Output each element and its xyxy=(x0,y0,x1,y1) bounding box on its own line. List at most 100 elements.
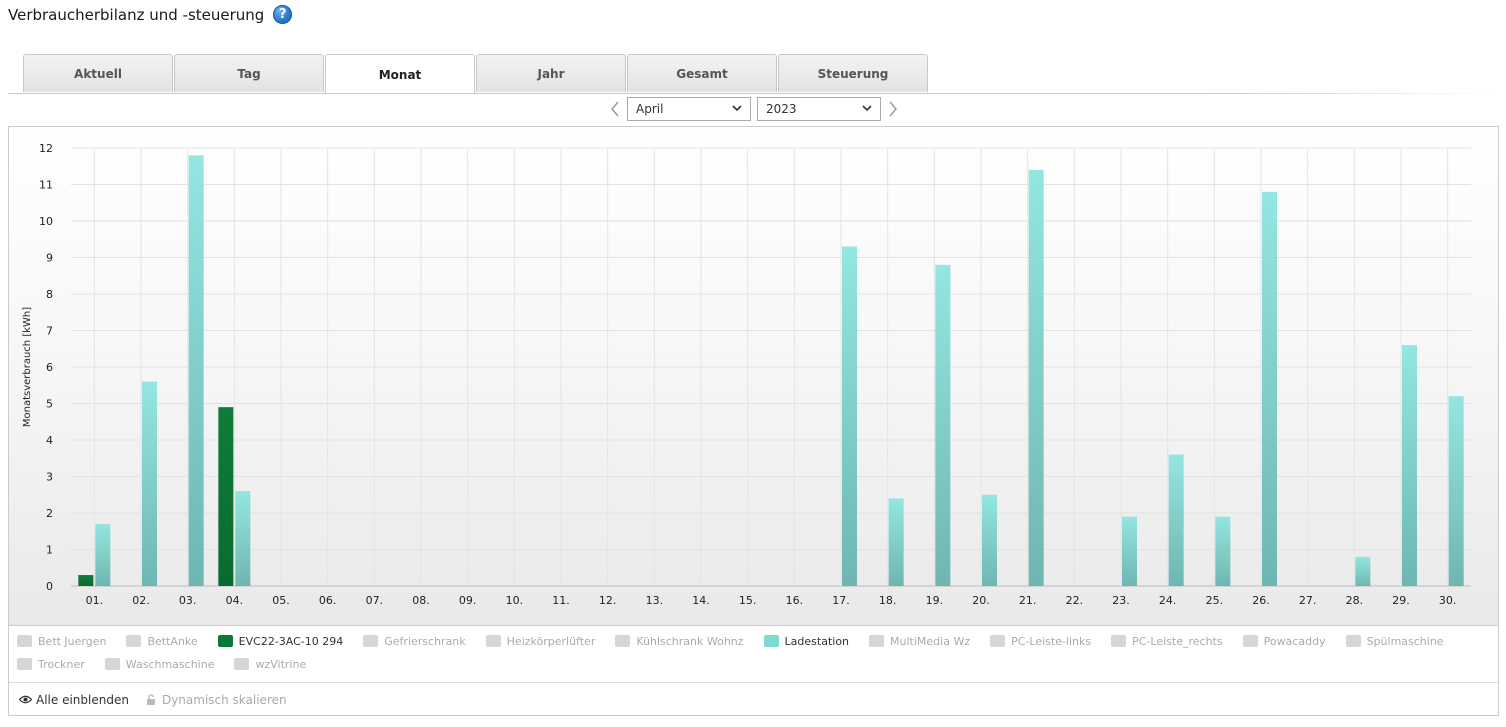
show-all-button[interactable]: Alle einblenden xyxy=(18,693,129,707)
legend-swatch xyxy=(104,658,120,670)
legend-swatch xyxy=(763,635,779,647)
show-all-label: Alle einblenden xyxy=(36,692,129,707)
tab-monat[interactable]: Monat xyxy=(325,54,475,94)
y-tick-label: 3 xyxy=(46,471,53,484)
legend-item[interactable]: BettAnke xyxy=(126,634,198,648)
y-tick-label: 7 xyxy=(46,325,53,338)
legend-item[interactable]: Spülmaschine xyxy=(1345,634,1444,648)
chart-bars xyxy=(78,155,1464,587)
x-tick-label: 05. xyxy=(272,594,290,607)
x-tick-label: 20. xyxy=(972,594,990,607)
page-title: Verbraucherbilanz und -steuerung ? xyxy=(8,5,293,24)
unlock-icon xyxy=(144,693,158,706)
consumption-chart: 01. 02. 03. 04. 05. 06. 07. 08. 09. 10. 11. 12. 13. 1… xyxy=(22,142,1471,607)
legend-label: PC-Leiste-links xyxy=(1011,634,1092,648)
legend-label: Trockner xyxy=(38,657,85,671)
dynamic-scale-button[interactable]: Dynamisch skalieren xyxy=(144,693,287,707)
legend-item[interactable]: MultiMedia Wz xyxy=(869,634,970,648)
eye-icon xyxy=(18,694,32,706)
chart-footer: Alle einblenden Dynamisch skalieren xyxy=(9,682,1498,716)
year-select[interactable]: 2023 xyxy=(757,97,881,121)
y-tick-label: 5 xyxy=(46,398,53,411)
y-tick-label: 12 xyxy=(39,142,53,155)
x-tick-label: 30. xyxy=(1439,594,1457,607)
tab-gesamt[interactable]: Gesamt xyxy=(627,54,777,92)
legend-label: EVC22-3AC-10 294 xyxy=(238,634,344,648)
legend-item[interactable]: Kühlschrank Wohnz xyxy=(615,634,744,648)
bar-ladestation-1[interactable] xyxy=(95,523,111,586)
y-tick-label: 4 xyxy=(46,434,53,447)
legend-label: Waschmaschine xyxy=(125,657,215,671)
x-tick-label: 22. xyxy=(1066,594,1084,607)
legend-label: Heizkörperlüfter xyxy=(506,634,596,648)
legend-label: Spülmaschine xyxy=(1366,634,1444,648)
legend-swatch xyxy=(217,635,233,647)
x-tick-label: 06. xyxy=(319,594,337,607)
x-axis-ticks: 01. 02. 03. 04. 05. 06. 07. 08. 09. 10. 11. 12. 13. 1… xyxy=(86,594,1457,607)
y-tick-label: 8 xyxy=(46,288,53,301)
y-tick-label: 1 xyxy=(46,544,53,557)
bar-ladestation-19[interactable] xyxy=(935,264,951,586)
month-select[interactable]: April xyxy=(627,97,751,121)
bar-ladestation-29[interactable] xyxy=(1402,345,1417,586)
legend-swatch xyxy=(363,635,379,647)
x-tick-label: 13. xyxy=(646,594,664,607)
legend-swatch xyxy=(1111,635,1127,647)
chart-panel: 01. 02. 03. 04. 05. 06. 07. 08. 09. 10. 11. 12. 13. 1… xyxy=(8,126,1499,716)
chart-legend: Bett Juergen BettAnke EVC22-3AC-10 294 Gefr… xyxy=(17,634,1487,671)
x-tick-label: 03. xyxy=(179,594,197,607)
bar-evc22-1[interactable] xyxy=(78,575,94,586)
tab-tag[interactable]: Tag xyxy=(174,54,324,92)
legend-swatch xyxy=(17,658,32,670)
bar-evc22-4[interactable] xyxy=(218,407,234,586)
x-tick-label: 02. xyxy=(132,594,150,607)
bar-ladestation-24[interactable] xyxy=(1168,454,1184,586)
tab-jahr[interactable]: Jahr xyxy=(476,54,626,92)
bar-ladestation-18[interactable] xyxy=(888,498,904,586)
chart-area: 01. 02. 03. 04. 05. 06. 07. 08. 09. 10. 11. 12. 13. 1… xyxy=(9,127,1498,626)
legend-item[interactable]: EVC22-3AC-10 294 xyxy=(217,634,344,648)
legend-item[interactable]: PC-Leiste-links xyxy=(990,634,1091,648)
legend-item[interactable]: Ladestation xyxy=(763,634,849,648)
bar-ladestation-3[interactable] xyxy=(188,155,204,587)
tab-aktuell[interactable]: Aktuell xyxy=(23,54,173,92)
legend-label: Powacaddy xyxy=(1263,634,1326,648)
chevron-right-icon[interactable] xyxy=(884,97,902,121)
legend-item[interactable]: wzVitrine xyxy=(234,657,306,671)
bar-ladestation-17[interactable] xyxy=(842,246,857,587)
legend-swatch xyxy=(869,635,885,647)
x-tick-label: 07. xyxy=(366,594,384,607)
legend-label: Bett Juergen xyxy=(38,634,107,648)
bar-ladestation-25[interactable] xyxy=(1215,516,1231,586)
legend-swatch xyxy=(990,635,1006,647)
x-tick-label: 18. xyxy=(879,594,897,607)
bar-ladestation-26[interactable] xyxy=(1262,191,1277,587)
legend-label: BettAnke xyxy=(147,634,198,648)
legend-item[interactable]: Waschmaschine xyxy=(104,657,215,671)
legend-item[interactable]: Gefrierschrank xyxy=(363,634,466,648)
bar-ladestation-21[interactable] xyxy=(1028,169,1044,586)
legend-label: PC-Leiste_rechts xyxy=(1132,634,1223,648)
bar-ladestation-2[interactable] xyxy=(142,381,157,586)
legend-label: wzVitrine xyxy=(255,657,307,671)
legend-swatch xyxy=(1345,635,1361,647)
legend-swatch xyxy=(1242,635,1258,647)
bar-ladestation-30[interactable] xyxy=(1448,396,1464,586)
legend-item[interactable]: Heizkörperlüfter xyxy=(485,634,596,648)
legend-item[interactable]: Trockner xyxy=(17,657,85,671)
legend-label: MultiMedia Wz xyxy=(890,634,971,648)
legend-item[interactable]: Bett Juergen xyxy=(17,634,106,648)
bar-ladestation-23[interactable] xyxy=(1122,516,1137,586)
x-tick-label: 14. xyxy=(692,594,710,607)
bar-ladestation-20[interactable] xyxy=(982,494,997,586)
tab-steuerung[interactable]: Steuerung xyxy=(778,54,928,92)
chevron-left-icon[interactable] xyxy=(606,97,624,121)
bar-ladestation-28[interactable] xyxy=(1355,556,1371,586)
y-tick-label: 9 xyxy=(46,252,53,265)
bar-ladestation-4[interactable] xyxy=(235,491,251,586)
help-icon[interactable]: ? xyxy=(273,5,293,24)
legend-item[interactable]: PC-Leiste_rechts xyxy=(1111,634,1223,648)
x-tick-label: 01. xyxy=(86,594,104,607)
legend-swatch xyxy=(17,635,32,647)
legend-item[interactable]: Powacaddy xyxy=(1242,634,1326,648)
